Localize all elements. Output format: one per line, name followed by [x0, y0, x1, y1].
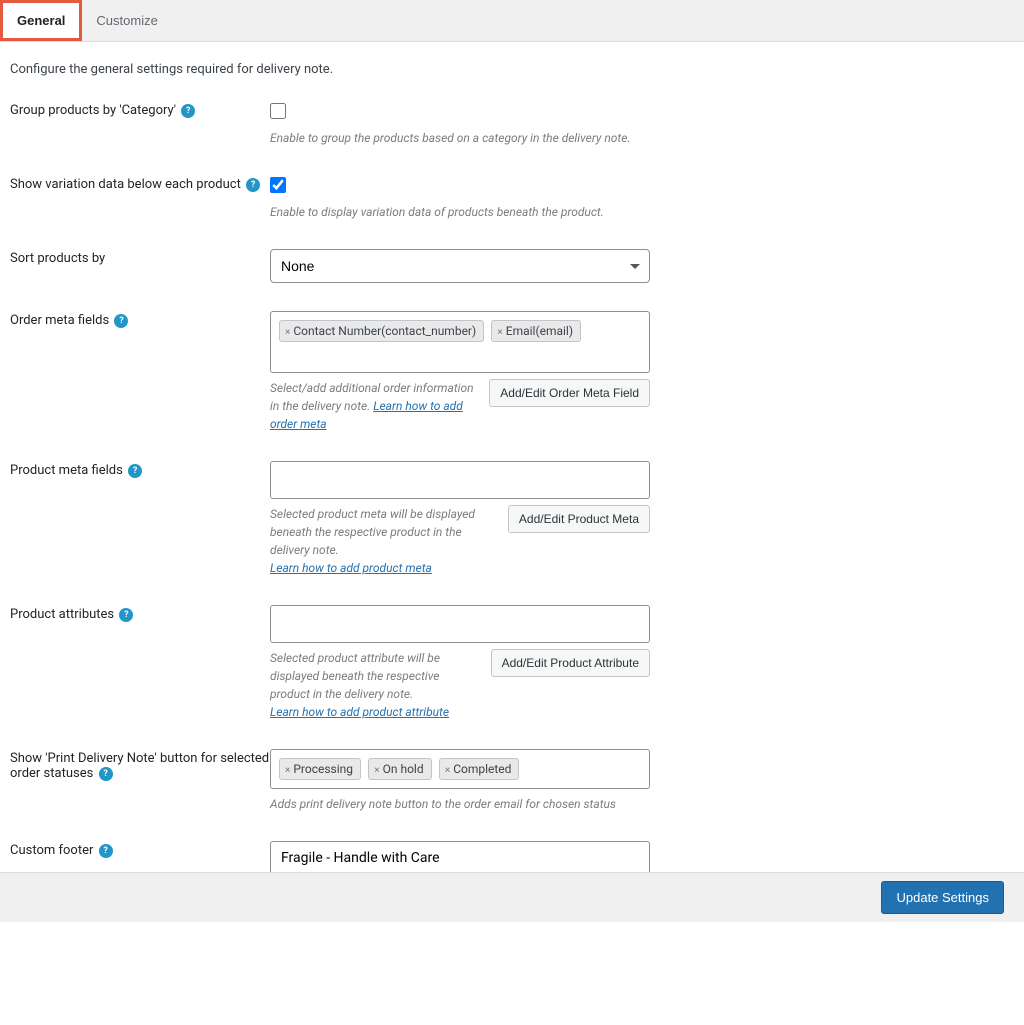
desc-statuses: Adds print delivery note button to the o… [270, 795, 650, 813]
help-icon[interactable]: ? [128, 464, 142, 478]
help-icon[interactable]: ? [99, 767, 113, 781]
row-variation-data: Show variation data below each product ?… [10, 175, 1014, 221]
tag-contact-number[interactable]: ×Contact Number(contact_number) [279, 320, 484, 342]
tag-email[interactable]: × Email(email) [491, 320, 581, 342]
label-statuses-text: Show 'Print Delivery Note' button for se… [10, 751, 269, 781]
tag-on-hold[interactable]: × On hold [368, 758, 431, 780]
link-product-meta-learn[interactable]: Learn how to add product meta [270, 561, 432, 575]
add-product-meta-button[interactable]: Add/Edit Product Meta [508, 505, 650, 533]
tag-label: On hold [383, 762, 424, 776]
tab-general[interactable]: General [0, 0, 82, 41]
tag-label: Contact Number(contact_number) [293, 324, 476, 338]
row-order-meta: Order meta fields ? ×Contact Number(cont… [10, 311, 1014, 433]
tag-label: Completed [453, 762, 511, 776]
remove-tag-icon[interactable]: × [497, 327, 502, 338]
update-settings-button[interactable]: Update Settings [881, 881, 1004, 914]
tab-bar: General Customize [0, 0, 1024, 42]
desc-group-products: Enable to group the products based on a … [270, 129, 690, 147]
label-group-products: Group products by 'Category' ? [10, 101, 270, 118]
help-icon[interactable]: ? [246, 178, 260, 192]
label-product-meta-text: Product meta fields [10, 463, 123, 478]
add-product-attr-button[interactable]: Add/Edit Product Attribute [491, 649, 650, 677]
help-icon[interactable]: ? [181, 104, 195, 118]
order-meta-tagbox[interactable]: ×Contact Number(contact_number) ×Email(e… [270, 311, 650, 373]
link-product-attr-learn[interactable]: Learn how to add product attribute [270, 705, 449, 719]
tag-label: Processing [293, 762, 353, 776]
label-custom-footer: Custom footer ? [10, 841, 270, 858]
label-variation-data-text: Show variation data below each product [10, 177, 241, 192]
tag-completed[interactable]: ×Completed [439, 758, 520, 780]
remove-tag-icon[interactable]: × [285, 327, 290, 338]
tab-customize[interactable]: Customize [82, 0, 171, 41]
label-order-meta: Order meta fields ? [10, 311, 270, 328]
row-sort-by: Sort products by None [10, 249, 1014, 283]
row-statuses: Show 'Print Delivery Note' button for se… [10, 749, 1014, 813]
select-sort-by[interactable]: None [270, 249, 650, 283]
label-product-attr-text: Product attributes [10, 607, 114, 622]
label-variation-data: Show variation data below each product ? [10, 175, 270, 192]
desc-product-meta: Selected product meta will be displayed … [270, 505, 496, 577]
tag-processing[interactable]: ×Processing [279, 758, 361, 780]
remove-tag-icon[interactable]: × [374, 765, 379, 776]
add-order-meta-button[interactable]: Add/Edit Order Meta Field [489, 379, 650, 407]
label-statuses: Show 'Print Delivery Note' button for se… [10, 749, 270, 781]
checkbox-group-products[interactable] [270, 103, 286, 119]
row-product-meta: Product meta fields ? Selected product m… [10, 461, 1014, 577]
row-group-products: Group products by 'Category' ? Enable to… [10, 101, 1014, 147]
tag-label: Email(email) [506, 324, 573, 338]
help-icon[interactable]: ? [119, 608, 133, 622]
desc-variation-data: Enable to display variation data of prod… [270, 203, 690, 221]
row-product-attr: Product attributes ? Selected product at… [10, 605, 1014, 721]
remove-tag-icon[interactable]: × [445, 765, 450, 776]
help-icon[interactable]: ? [99, 844, 113, 858]
statuses-tagbox[interactable]: ×Processing ×On hold ×Completed [270, 749, 650, 789]
label-group-products-text: Group products by 'Category' [10, 103, 176, 118]
label-order-meta-text: Order meta fields [10, 313, 109, 328]
product-attr-tagbox[interactable] [270, 605, 650, 643]
product-meta-tagbox[interactable] [270, 461, 650, 499]
label-sort-by: Sort products by [10, 249, 270, 266]
help-icon[interactable]: ? [114, 314, 128, 328]
desc-product-attr: Selected product attribute will be displ… [270, 649, 479, 721]
desc-order-meta: Select/add additional order information … [270, 379, 477, 433]
footer-bar: Update Settings [0, 872, 1024, 922]
remove-tag-icon[interactable]: × [285, 765, 290, 776]
intro-text: Configure the general settings required … [10, 62, 1014, 77]
checkbox-variation-data[interactable] [270, 177, 286, 193]
label-custom-footer-text: Custom footer [10, 843, 93, 858]
label-product-meta: Product meta fields ? [10, 461, 270, 478]
label-product-attr: Product attributes ? [10, 605, 270, 622]
